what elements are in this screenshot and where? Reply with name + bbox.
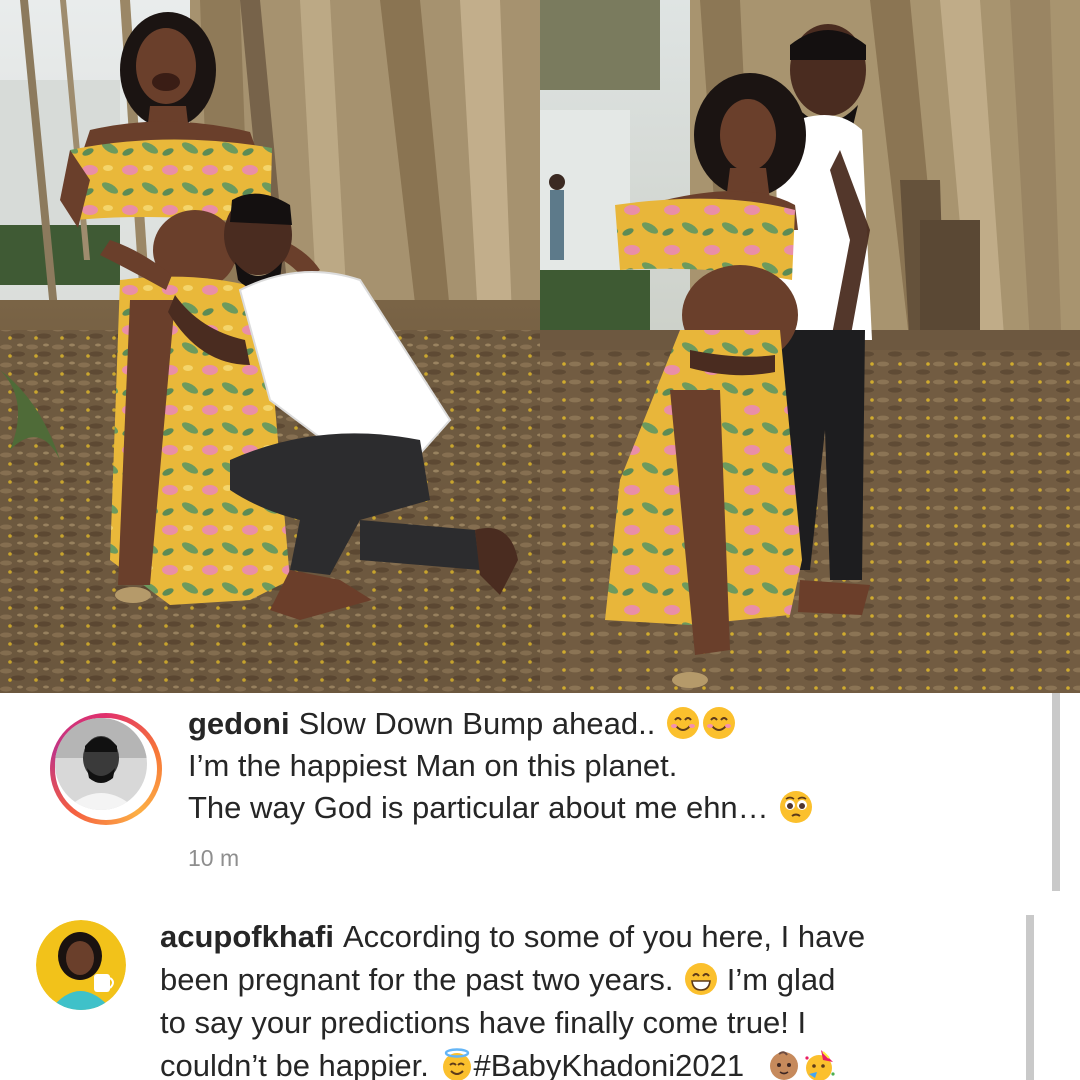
story-ring-avatar[interactable] <box>50 713 162 825</box>
party-face-emoji-icon <box>805 1050 835 1080</box>
comment-line-3: to say your predictions have finally com… <box>160 1005 807 1040</box>
comment-line-2: I’m the happiest Man on this planet. <box>188 748 678 783</box>
left-photo <box>0 0 540 693</box>
hashtag-link[interactable]: #BabyKhadoni2021 <box>474 1048 745 1080</box>
scrollbar[interactable] <box>1026 915 1034 1080</box>
comment-text: The way God is particular about me ehn… <box>188 790 769 825</box>
grinning-face-emoji-icon <box>685 963 718 995</box>
comment-text: couldn’t be happier. <box>160 1048 429 1080</box>
comment-acupofkhafi: acupofkhafi According to some of you here… <box>0 905 1080 1080</box>
comment-line-3: The way God is particular about me ehn… <box>188 787 1018 829</box>
avatar[interactable] <box>36 920 126 1010</box>
comment-line-1: acupofkhafi According to some of you here… <box>160 915 980 958</box>
right-photo <box>540 0 1080 693</box>
comment-body: gedoni Slow Down Bump ahead.. I’m the hap… <box>188 703 1018 829</box>
photo-collage <box>0 0 1080 693</box>
comment-text: been pregnant for the past two years. <box>160 962 674 997</box>
username[interactable]: gedoni <box>188 706 290 741</box>
username[interactable]: acupofkhafi <box>160 919 334 954</box>
comment-line-2: been pregnant for the past two years. I’… <box>160 958 980 1001</box>
comment-gedoni: gedoni Slow Down Bump ahead.. I’m the hap… <box>0 693 1080 905</box>
comment-line-1: gedoni Slow Down Bump ahead.. <box>188 703 1018 745</box>
comment-text: I’m glad <box>726 962 836 997</box>
scrollbar[interactable] <box>1052 693 1060 891</box>
comment-text: According to some of you here, I have <box>342 919 866 954</box>
smiling-face-emoji-icon <box>666 707 699 739</box>
baby-emoji-icon <box>769 1051 798 1080</box>
comment-timestamp: 10 m <box>188 845 240 871</box>
avatar <box>55 718 147 810</box>
post-screenshot: gedoni Slow Down Bump ahead.. I’m the hap… <box>0 0 1080 1080</box>
pleading-face-emoji-icon <box>780 791 813 823</box>
comment-body: acupofkhafi According to some of you here… <box>160 915 980 1080</box>
comment-line-4: couldn’t be happier. #BabyKhadoni2021 <box>160 1044 980 1080</box>
smiling-face-emoji-icon <box>702 707 735 739</box>
halo-face-emoji-icon <box>442 1048 471 1080</box>
comment-text: Slow Down Bump ahead.. <box>298 706 656 741</box>
